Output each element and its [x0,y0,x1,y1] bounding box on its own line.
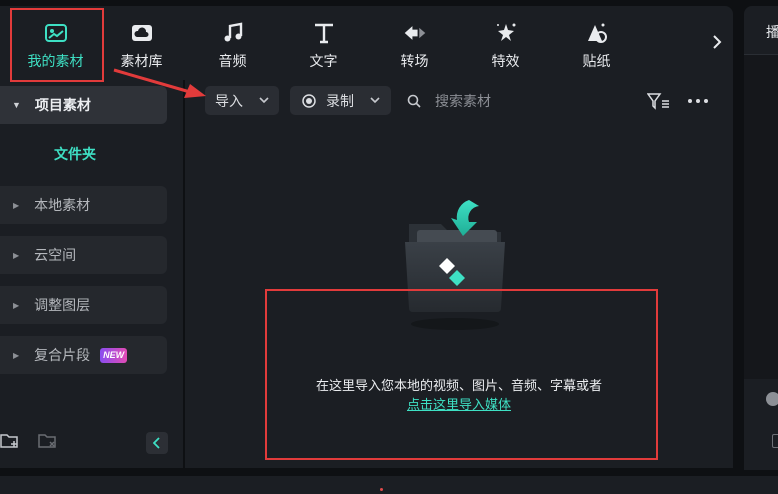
sidebar-item-label: 复合片段 [34,347,91,363]
new-folder-button[interactable] [0,432,20,455]
chevron-down-icon [370,97,380,104]
sidebar-item-adjustment-layer[interactable]: ▶ 调整图层 [0,286,167,324]
chevron-left-icon [153,437,160,449]
record-dropdown[interactable]: 录制 [290,86,391,115]
sidebar-item-project-media[interactable]: ▼ 项目素材 [0,86,167,124]
empty-folder-illustration [405,200,505,330]
cloud-library-icon [130,21,154,45]
empty-state-message: 在这里导入您本地的视频、图片、音频、字幕或者 [315,378,602,393]
tab-effects[interactable]: 特效 [460,6,551,80]
sidebar-item-label: 项目素材 [34,97,91,113]
more-options-button[interactable] [685,89,711,113]
my-media-icon [44,21,68,45]
tab-label: 素材库 [120,53,163,69]
caret-right-icon: ▶ [13,350,20,360]
sidebar-item-cloud-space[interactable]: ▶ 云空间 [0,236,167,274]
tab-label: 音频 [218,53,247,69]
tab-label: 转场 [400,53,429,69]
more-dots-icon [688,99,708,103]
search-icon [407,94,421,108]
search-placeholder: 搜索素材 [435,93,491,109]
tab-transitions[interactable]: 转场 [369,6,460,80]
media-tab-bar: 我的素材 素材库 音频 文字 转场 特效 贴纸 [0,6,733,80]
caret-right-icon: ▶ [13,200,20,210]
sidebar-item-compound-clip[interactable]: ▶ 复合片段 NEW [0,336,167,374]
record-icon [302,93,316,108]
media-toolbar: 导入 录制 搜索素材 [185,80,733,124]
import-label: 导入 [215,92,243,109]
tab-text[interactable]: 文字 [278,6,369,80]
timeline-strip [0,476,778,494]
music-note-icon [221,21,245,45]
import-dropdown[interactable]: 导入 [205,86,279,115]
sidebar-item-label: 云空间 [34,247,77,263]
new-badge: NEW [100,347,128,363]
snapshot-icon[interactable] [772,434,778,448]
delete-folder-button[interactable] [38,432,58,455]
filter-icon [647,93,669,110]
transition-icon [403,21,427,45]
tab-label: 贴纸 [582,53,611,69]
sidebar-item-local-media[interactable]: ▶ 本地素材 [0,186,167,224]
caret-down-icon: ▼ [12,100,21,110]
caret-right-icon: ▶ [13,250,20,260]
playhead-marker [380,488,383,491]
sticker-icon [585,21,609,45]
chevron-right-icon [713,35,722,49]
add-folder-icon [0,434,18,448]
sidebar-folder-link[interactable]: 文件夹 [54,144,96,164]
tab-audio[interactable]: 音频 [187,6,278,80]
tab-label: 我的素材 [27,53,84,69]
sidebar-item-label: 调整图层 [34,297,91,313]
collapse-sidebar-button[interactable] [146,432,168,454]
sparkle-effect-icon [494,21,518,45]
preview-area [744,55,778,379]
tab-label: 文字 [309,53,338,69]
playhead-knob[interactable] [766,392,778,406]
tab-my-media[interactable]: 我的素材 [10,6,101,80]
text-t-icon [312,21,336,45]
player-panel: 播 [744,6,778,470]
import-media-link[interactable]: 点击这里导入媒体 [185,395,733,414]
remove-folder-icon [38,434,56,448]
search-field[interactable]: 搜索素材 [407,88,491,114]
tab-stickers[interactable]: 贴纸 [551,6,642,80]
player-tab-label[interactable]: 播 [766,22,778,42]
media-sidebar: ▼ 项目素材 文件夹 ▶ 本地素材 ▶ 云空间 ▶ 调整图层 ▶ 复合片段 NE… [0,80,184,468]
filter-button[interactable] [647,89,671,113]
media-panel: 导入 录制 搜索素材 在这里导入您本地的视频、图片、音频、字幕或者 点击这里导入… [185,80,733,468]
sidebar-item-label: 本地素材 [34,197,91,213]
more-tabs-button[interactable] [706,28,728,56]
chevron-down-icon [259,97,269,104]
tab-label: 特效 [491,53,520,69]
record-label: 录制 [326,92,354,109]
tab-media-library[interactable]: 素材库 [96,6,187,80]
caret-right-icon: ▶ [13,300,20,310]
app-window: 我的素材 素材库 音频 文字 转场 特效 贴纸 播 ▼ 项目素材 文件夹 ▶ 本… [0,0,778,494]
sidebar-footer [0,422,184,462]
